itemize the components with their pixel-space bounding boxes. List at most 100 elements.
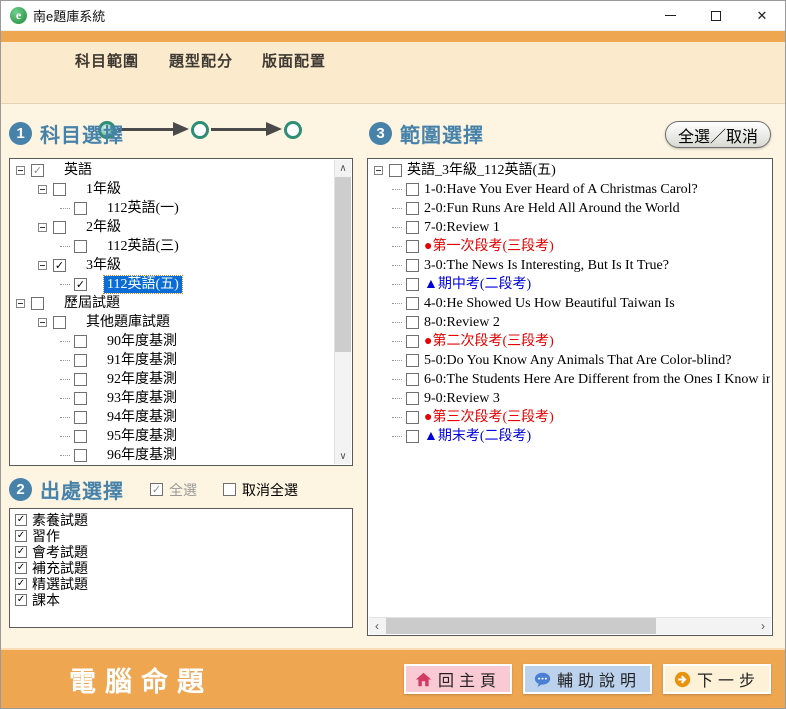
tree-item[interactable]: ✓3年級 bbox=[12, 256, 350, 275]
tree-item[interactable]: 94年度基測 bbox=[12, 408, 350, 427]
vertical-scrollbar[interactable]: ∧ ∨ bbox=[334, 160, 351, 464]
tree-checkbox[interactable] bbox=[406, 392, 419, 405]
tree-item-label[interactable]: 3年級 bbox=[83, 257, 124, 274]
tree-item-label[interactable]: ●第三次段考(三段考) bbox=[421, 409, 557, 426]
tree-item[interactable]: ●第二次段考(三段考) bbox=[370, 332, 770, 351]
tree-item[interactable]: ▲期末考(二段考) bbox=[370, 427, 770, 446]
tree-item[interactable]: 歷屆試題 bbox=[12, 294, 350, 313]
scroll-left-icon[interactable]: ‹ bbox=[369, 618, 385, 634]
source-list-item[interactable]: ✓素養試題 bbox=[15, 512, 350, 528]
source-item-checkbox[interactable]: ✓ bbox=[15, 514, 27, 526]
scroll-up-icon[interactable]: ∧ bbox=[335, 160, 351, 176]
source-item-checkbox[interactable]: ✓ bbox=[15, 546, 27, 558]
tree-item[interactable]: 3-0:The News Is Interesting, But Is It T… bbox=[370, 256, 770, 275]
tree-item-label[interactable]: 9-0:Review 3 bbox=[421, 390, 503, 407]
tree-item-label[interactable]: ▲期末考(二段考) bbox=[421, 428, 534, 445]
help-button[interactable]: 輔助說明 bbox=[523, 664, 652, 694]
source-list-item[interactable]: ✓精選試題 bbox=[15, 576, 350, 592]
tree-item[interactable]: 93年度基測 bbox=[12, 389, 350, 408]
tree-item[interactable]: 8-0:Review 2 bbox=[370, 313, 770, 332]
tree-item[interactable]: 112英語(一) bbox=[12, 199, 350, 218]
tree-item-label[interactable]: 95年度基測 bbox=[104, 428, 180, 445]
tree-item[interactable]: ✓ 112英語(五) bbox=[12, 275, 350, 294]
step-circle-2[interactable] bbox=[191, 121, 209, 139]
tree-checkbox[interactable] bbox=[74, 373, 87, 386]
tree-item-label[interactable]: 6-0:The Students Here Are Different from… bbox=[421, 371, 770, 388]
source-item-checkbox[interactable]: ✓ bbox=[15, 594, 27, 606]
tree-item[interactable]: 4-0:He Showed Us How Beautiful Taiwan Is bbox=[370, 294, 770, 313]
expander-minus-icon[interactable] bbox=[38, 318, 47, 327]
step-circle-3[interactable] bbox=[284, 121, 302, 139]
source-list-item[interactable]: ✓課本 bbox=[15, 592, 350, 608]
tree-item[interactable]: 1-0:Have You Ever Heard of A Christmas C… bbox=[370, 180, 770, 199]
tree-checkbox[interactable] bbox=[406, 316, 419, 329]
maximize-button[interactable] bbox=[693, 1, 739, 30]
select-all-checkbox[interactable]: ✓ bbox=[150, 483, 163, 496]
tree-item-label[interactable]: 1-0:Have You Ever Heard of A Christmas C… bbox=[421, 181, 701, 198]
tree-item[interactable]: 英語_3年級_112英語(五) bbox=[370, 161, 770, 180]
tree-checkbox[interactable] bbox=[74, 202, 87, 215]
select-all-toggle-button[interactable]: 全選／取消 bbox=[665, 121, 771, 148]
deselect-all-checkbox-group[interactable]: 取消全選 bbox=[223, 480, 298, 500]
tree-item-label[interactable]: 112英語(五) bbox=[104, 276, 182, 293]
select-all-checkbox-group[interactable]: ✓ 全選 bbox=[150, 480, 197, 500]
tree-checkbox[interactable] bbox=[406, 240, 419, 253]
tree-checkbox[interactable] bbox=[74, 392, 87, 405]
tree-item-label[interactable]: 2年級 bbox=[83, 219, 124, 236]
tree-item-label[interactable]: 92年度基測 bbox=[104, 371, 180, 388]
tree-item-label[interactable]: 3-0:The News Is Interesting, But Is It T… bbox=[421, 257, 672, 274]
tree-checkbox[interactable] bbox=[31, 297, 44, 310]
scrollbar-thumb[interactable] bbox=[335, 177, 351, 352]
tree-checkbox[interactable] bbox=[74, 335, 87, 348]
source-item-checkbox[interactable]: ✓ bbox=[15, 578, 27, 590]
tree-item[interactable]: ✓ 英語 bbox=[12, 161, 350, 180]
tree-checkbox[interactable] bbox=[406, 259, 419, 272]
tree-item[interactable]: ●第三次段考(三段考) bbox=[370, 408, 770, 427]
horizontal-scrollbar[interactable]: ‹ › bbox=[369, 617, 771, 634]
tree-item-label[interactable]: 96年度基測 bbox=[104, 447, 180, 463]
tree-item[interactable]: 92年度基測 bbox=[12, 370, 350, 389]
source-item-checkbox[interactable]: ✓ bbox=[15, 562, 27, 574]
tree-checkbox[interactable] bbox=[74, 240, 87, 253]
tree-item-label[interactable]: 8-0:Review 2 bbox=[421, 314, 503, 331]
scroll-right-icon[interactable]: › bbox=[755, 618, 771, 634]
tree-item[interactable]: 其他題庫試題 bbox=[12, 313, 350, 332]
tree-checkbox[interactable] bbox=[406, 373, 419, 386]
tree-checkbox[interactable] bbox=[53, 221, 66, 234]
tree-item-label[interactable]: 5-0:Do You Know Any Animals That Are Col… bbox=[421, 352, 734, 369]
tree-checkbox[interactable] bbox=[74, 411, 87, 424]
expander-minus-icon[interactable] bbox=[38, 185, 47, 194]
tree-checkbox[interactable] bbox=[389, 164, 402, 177]
tree-item[interactable]: 95年度基測 bbox=[12, 427, 350, 446]
tree-item-label[interactable]: 英語_3年級_112英語(五) bbox=[404, 162, 559, 179]
home-button[interactable]: 回主頁 bbox=[404, 664, 512, 694]
deselect-all-checkbox[interactable] bbox=[223, 483, 236, 496]
tree-checkbox[interactable]: ✓ bbox=[31, 164, 44, 177]
tree-checkbox[interactable] bbox=[406, 297, 419, 310]
tree-item-label[interactable]: 英語 bbox=[61, 162, 95, 179]
tree-item[interactable]: 96年度基測 bbox=[12, 446, 350, 463]
tree-checkbox[interactable] bbox=[406, 335, 419, 348]
tree-checkbox[interactable]: ✓ bbox=[74, 278, 87, 291]
tree-item-label[interactable]: 4-0:He Showed Us How Beautiful Taiwan Is bbox=[421, 295, 678, 312]
tree-item-label[interactable]: 其他題庫試題 bbox=[83, 314, 173, 331]
tree-item-label[interactable]: 94年度基測 bbox=[104, 409, 180, 426]
tree-item[interactable]: 5-0:Do You Know Any Animals That Are Col… bbox=[370, 351, 770, 370]
tree-checkbox[interactable] bbox=[406, 202, 419, 215]
tree-item[interactable]: 9-0:Review 3 bbox=[370, 389, 770, 408]
tree-item[interactable]: 91年度基測 bbox=[12, 351, 350, 370]
tree-checkbox[interactable] bbox=[406, 411, 419, 424]
tree-item-label[interactable]: ▲期中考(二段考) bbox=[421, 276, 534, 293]
scrollbar-thumb[interactable] bbox=[386, 618, 656, 634]
tree-item-label[interactable]: 93年度基測 bbox=[104, 390, 180, 407]
tree-item[interactable]: 7-0:Review 1 bbox=[370, 218, 770, 237]
tree-item[interactable]: 90年度基測 bbox=[12, 332, 350, 351]
expander-minus-icon[interactable] bbox=[38, 261, 47, 270]
tree-checkbox[interactable] bbox=[74, 449, 87, 462]
scroll-down-icon[interactable]: ∨ bbox=[335, 448, 351, 464]
source-item-checkbox[interactable]: ✓ bbox=[15, 530, 27, 542]
tree-item-label[interactable]: 112英語(三) bbox=[104, 238, 182, 255]
tree-checkbox[interactable] bbox=[53, 316, 66, 329]
tree-checkbox[interactable] bbox=[406, 183, 419, 196]
tree-item-label[interactable]: 2-0:Fun Runs Are Held All Around the Wor… bbox=[421, 200, 683, 217]
